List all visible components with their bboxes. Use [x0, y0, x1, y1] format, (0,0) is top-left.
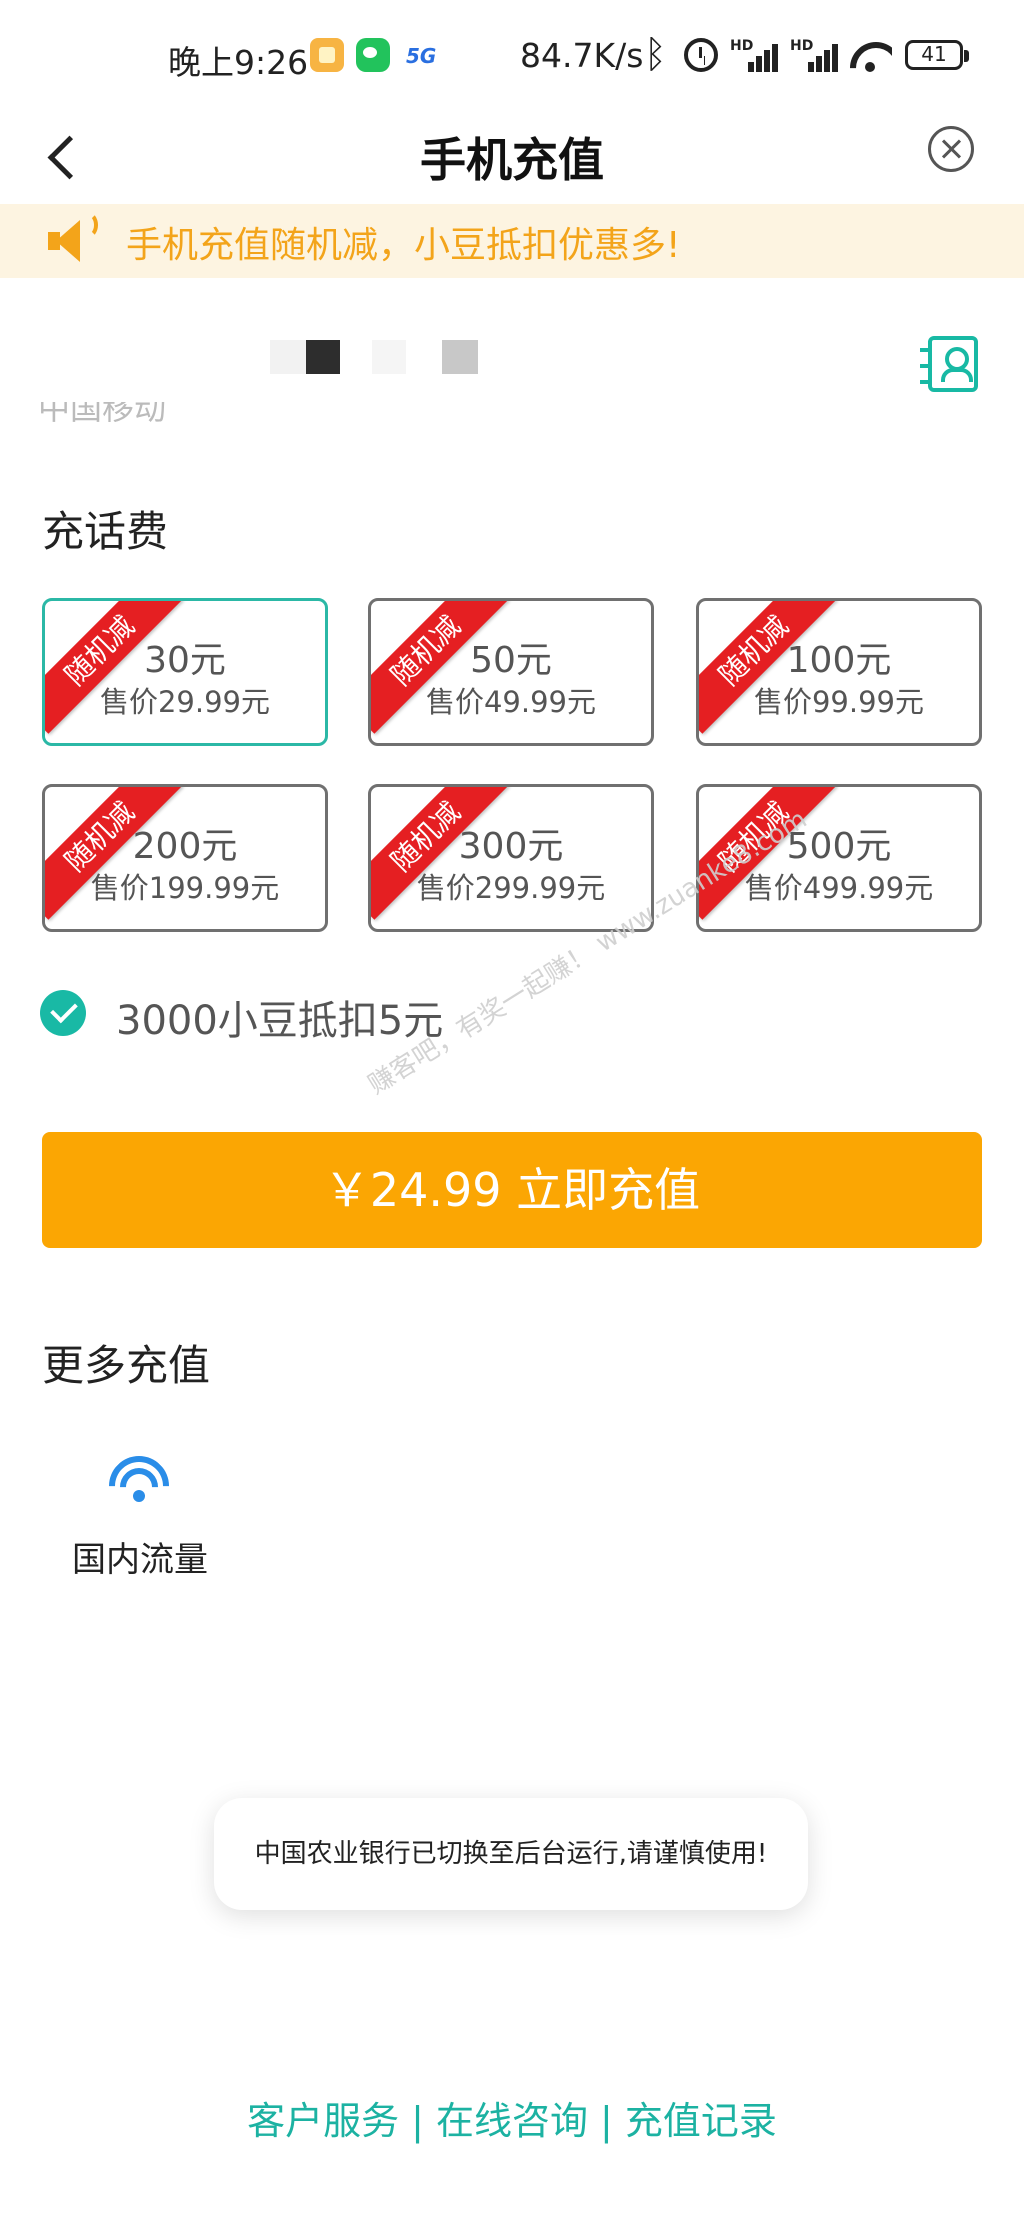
- wifi-icon: [108, 1452, 170, 1504]
- nav-bar: 手机充值: [0, 112, 1024, 206]
- alarm-icon: [684, 38, 718, 72]
- footer-separator: |: [411, 2099, 424, 2143]
- option-sale-price: 售价299.99元: [416, 871, 606, 905]
- status-time: 晚上9:26: [168, 43, 309, 82]
- footer-separator: |: [600, 2099, 613, 2143]
- notice-banner: 手机充值随机减，小豆抵扣优惠多!: [0, 204, 1024, 278]
- bean-deduction-option[interactable]: 3000小豆抵扣5元: [40, 990, 640, 1044]
- option-sale-price: 售价199.99元: [90, 871, 280, 905]
- notice-text: 手机充值随机减，小豆抵扣优惠多!: [126, 225, 681, 266]
- domestic-data-label: 国内流量: [72, 1540, 208, 1580]
- recharge-history-link[interactable]: 充值记录: [625, 2099, 777, 2143]
- more-recharge-title: 更多充值: [42, 1341, 211, 1390]
- topup-section-title: 充话费: [42, 507, 169, 556]
- masked-phone-number: [270, 340, 306, 374]
- amount-option-200[interactable]: 随机减 200元 售价199.99元: [42, 784, 328, 932]
- network-5g-icon: 5G: [406, 44, 437, 68]
- option-face-value: 50元: [470, 640, 552, 681]
- contacts-icon[interactable]: [928, 336, 978, 392]
- network-speed: 84.7K/s: [520, 36, 644, 75]
- page-title: 手机充值: [420, 133, 604, 187]
- option-face-value: 100元: [786, 640, 892, 681]
- option-sale-price: 售价29.99元: [99, 685, 271, 719]
- status-bar: 晚上9:26 5G 84.7K/s ᛒ HD HD 41: [0, 0, 1024, 112]
- masked-phone-number: [306, 340, 340, 374]
- option-face-value: 200元: [132, 826, 238, 867]
- check-icon[interactable]: [40, 990, 86, 1036]
- option-sale-price: 售价49.99元: [425, 685, 597, 719]
- amount-option-100[interactable]: 随机减 100元 售价99.99元: [696, 598, 982, 746]
- option-face-value: 300元: [458, 826, 564, 867]
- notification-app-icon: [310, 38, 344, 72]
- option-face-value: 30元: [144, 640, 226, 681]
- signal-icon: HD: [730, 38, 778, 72]
- masked-phone-number: [442, 340, 478, 374]
- battery-icon: 41: [905, 40, 969, 70]
- domestic-data-item[interactable]: 国内流量: [60, 1448, 220, 1580]
- wechat-icon: [356, 38, 390, 72]
- option-sale-price: 售价99.99元: [753, 685, 925, 719]
- recharge-now-button[interactable]: ￥24.99 立即充值: [42, 1132, 982, 1248]
- masked-phone-number: [372, 340, 406, 374]
- signal-icon: HD: [790, 38, 838, 72]
- online-consult-link[interactable]: 在线咨询: [436, 2099, 588, 2143]
- close-icon[interactable]: [928, 126, 974, 172]
- background-run-toast: 中国农业银行已切换至后台运行,请谨慎使用!: [214, 1798, 808, 1910]
- bluetooth-icon: ᛒ: [644, 32, 667, 76]
- customer-service-link[interactable]: 客户服务: [247, 2099, 399, 2143]
- phone-number-area[interactable]: 中国移动: [0, 278, 1024, 458]
- deduction-label: 3000小豆抵扣5元: [116, 998, 444, 1044]
- speaker-wave-icon: [78, 212, 98, 238]
- carrier-label: 中国移动: [38, 402, 167, 422]
- footer-links: 客户服务 | 在线咨询 | 充值记录: [0, 2090, 1024, 2145]
- amount-option-300[interactable]: 随机减 300元 售价299.99元: [368, 784, 654, 932]
- wifi-status-icon: [848, 40, 892, 72]
- amount-option-50[interactable]: 随机减 50元 售价49.99元: [368, 598, 654, 746]
- amount-option-30[interactable]: 随机减 30元 售价29.99元: [42, 598, 328, 746]
